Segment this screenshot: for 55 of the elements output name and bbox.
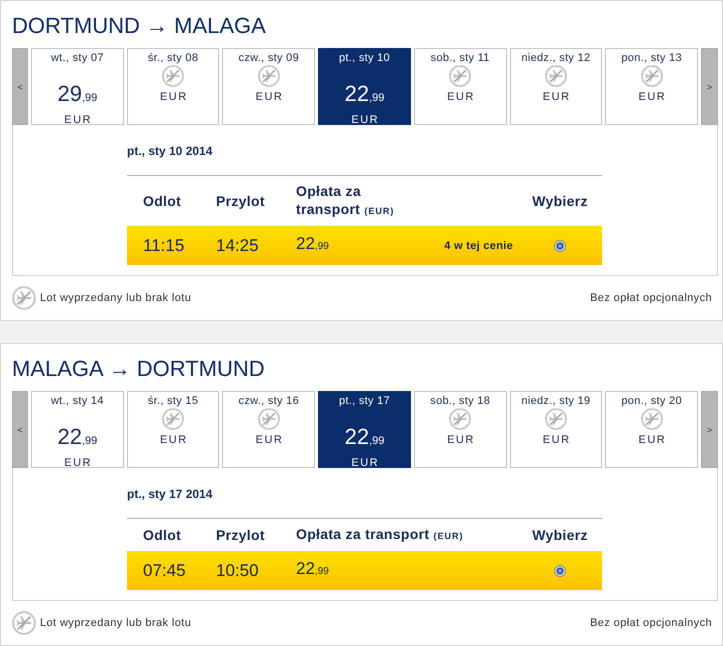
route-title: MALAGA → DORTMUND xyxy=(12,356,265,382)
arrival-time: 14:25 xyxy=(216,236,259,256)
day-tab[interactable]: wt., sty 07 29,99 EUR xyxy=(31,48,124,125)
departure-time: 07:45 xyxy=(143,560,186,580)
next-days-button[interactable]: > xyxy=(701,391,718,468)
crossed-plane-icon xyxy=(162,65,184,87)
fees-note: Bez opłat opcjonalnych xyxy=(590,292,712,304)
crossed-plane-icon xyxy=(12,286,36,310)
day-tab[interactable]: czw., sty 16 EUR xyxy=(222,391,316,468)
day-tab[interactable]: pt., sty 10 22,99 EUR xyxy=(318,48,411,125)
date-heading: pt., sty 10 2014 xyxy=(127,143,212,159)
select-radio[interactable] xyxy=(554,564,566,576)
column-header: Przylot xyxy=(216,192,265,210)
previous-days-button[interactable]: < xyxy=(12,48,28,125)
column-header: Przylot xyxy=(216,526,265,544)
day-tab[interactable]: śr., sty 15 EUR xyxy=(126,391,220,468)
column-header: Opłata za transport (EUR) xyxy=(296,525,464,544)
day-tab[interactable]: czw., sty 09 EUR xyxy=(222,48,316,125)
column-header: Opłata za transport (EUR) xyxy=(296,182,396,219)
seats-left-note: 4 w tej cenie xyxy=(444,240,513,252)
route-title: DORTMUND → MALAGA xyxy=(12,13,266,39)
crossed-plane-icon xyxy=(258,65,280,87)
legend-text: Lot wyprzedany lub brak lotu xyxy=(40,617,192,629)
crossed-plane-icon xyxy=(449,408,472,430)
day-tab[interactable]: sob., sty 18 EUR xyxy=(414,391,507,468)
day-tab[interactable]: niedz., sty 19 EUR xyxy=(510,391,602,468)
select-radio[interactable] xyxy=(554,240,566,252)
arrival-time: 10:50 xyxy=(216,560,259,580)
next-days-button[interactable]: > xyxy=(701,48,718,125)
day-tab[interactable]: pon., sty 20 EUR xyxy=(605,391,698,468)
day-tab[interactable]: śr., sty 08 EUR xyxy=(126,48,220,125)
crossed-plane-icon xyxy=(640,65,663,87)
day-tab[interactable]: wt., sty 14 22,99 EUR xyxy=(31,391,124,468)
departure-time: 11:15 xyxy=(143,236,184,256)
crossed-plane-icon xyxy=(12,611,36,635)
crossed-plane-icon xyxy=(640,408,663,430)
column-header: Odlot xyxy=(143,192,182,210)
day-tab[interactable]: pt., sty 17 22,99 EUR xyxy=(318,391,411,468)
date-heading: pt., sty 17 2014 xyxy=(127,486,212,502)
crossed-plane-icon xyxy=(544,408,567,430)
column-header: Wybierz xyxy=(532,526,588,544)
day-tab[interactable]: pon., sty 13 EUR xyxy=(605,48,698,125)
crossed-plane-icon xyxy=(162,408,184,430)
fees-note: Bez opłat opcjonalnych xyxy=(590,617,712,629)
crossed-plane-icon xyxy=(258,408,280,430)
crossed-plane-icon xyxy=(449,65,472,87)
column-header: Wybierz xyxy=(532,192,588,210)
day-tab[interactable]: sob., sty 11 EUR xyxy=(414,48,507,125)
day-tab[interactable]: niedz., sty 12 EUR xyxy=(510,48,602,125)
column-header: Odlot xyxy=(143,526,182,544)
legend-text: Lot wyprzedany lub brak lotu xyxy=(40,292,192,304)
crossed-plane-icon xyxy=(544,65,567,87)
fare-price: 22,99 xyxy=(296,559,329,580)
fare-price: 22,99 xyxy=(296,234,329,255)
previous-days-button[interactable]: < xyxy=(12,391,28,468)
